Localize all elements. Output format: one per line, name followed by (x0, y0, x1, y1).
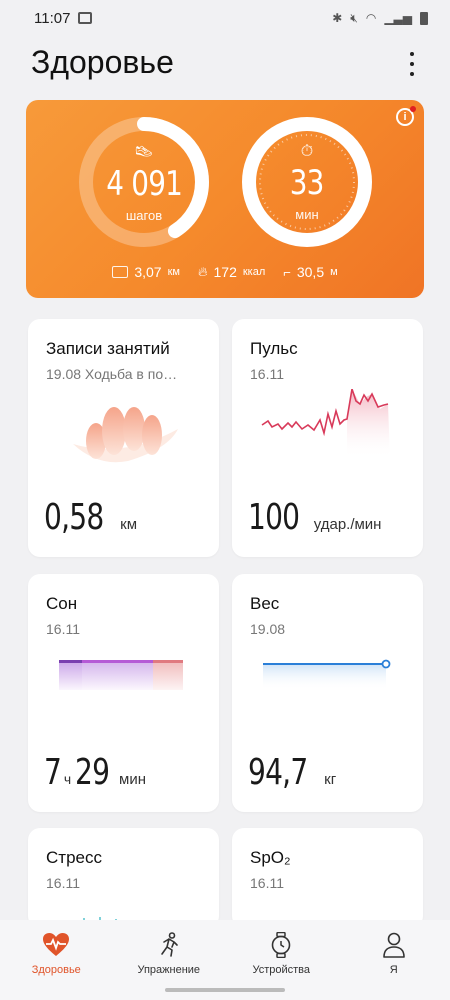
tile-value: 7 ч 29 мин (44, 752, 146, 793)
weight-chart (263, 659, 391, 690)
tile-value: 0,58 км (44, 497, 137, 538)
bluetooth-icon: ✱ (332, 11, 343, 25)
minutes-unit: мин (295, 206, 319, 222)
sleep-minutes: 29 (75, 752, 110, 793)
activity-summary-card[interactable]: i 👟︎ 4 091 шагов ⏱︎ 33 мин 3,07 км 🔥︎ 17… (26, 100, 424, 298)
status-bar: 11:07 ✱ 🔇︎ ◠ ▁▃▅ (0, 0, 450, 36)
tile-subtitle: 16.11 (46, 875, 80, 891)
notification-dot (410, 106, 416, 112)
steps-unit: шагов (125, 207, 163, 223)
page-title: Здоровье (31, 44, 174, 80)
shoe-icon: 👟︎ (133, 143, 155, 161)
tile-title: SpO₂ (250, 848, 291, 867)
tile-subtitle: 19.08 Ходьба в по… (46, 366, 178, 382)
sleep-chart (59, 660, 183, 690)
activity-stats: 3,07 км 🔥︎ 172 ккал ⌐ 30,5 м (26, 264, 424, 280)
battery-icon (420, 11, 428, 25)
wifi-icon: ◠ (365, 11, 377, 25)
app-header: Здоровье (0, 40, 450, 90)
steps-ring: 👟︎ 4 091 шагов (76, 114, 212, 250)
calories-stat: 🔥︎ 172 ккал (197, 264, 266, 280)
tile-pulse[interactable]: Пульс 16.11 100 удар./мин (232, 319, 423, 557)
distance-icon (112, 266, 129, 278)
tile-title: Вес (250, 594, 280, 613)
status-time: 11:07 (34, 9, 71, 27)
watch-icon (271, 932, 291, 958)
tile-value: 94,7 кг (248, 752, 336, 793)
nav-me[interactable]: Я (338, 920, 450, 1000)
sleep-minutes-unit: мин (119, 771, 146, 788)
weight-unit: кг (324, 771, 337, 788)
tile-title: Сон (46, 594, 78, 613)
tile-subtitle: 16.11 (250, 366, 284, 382)
pulse-value: 100 (248, 497, 300, 538)
distance-stat: 3,07 км (112, 264, 180, 280)
sleep-hours: 7 (44, 752, 62, 793)
minutes-value: 33 (290, 162, 325, 203)
stopwatch-icon: ⏱︎ (300, 142, 314, 160)
tile-workouts[interactable]: Записи занятий 19.08 Ходьба в по… 0,58 к… (28, 319, 219, 557)
steps-value: 4 091 (106, 163, 183, 204)
tile-stress[interactable]: Стресс 16.11 (28, 828, 219, 928)
minutes-ring: ⏱︎ 33 мин (239, 114, 375, 250)
tile-title: Пульс (250, 339, 298, 358)
status-icons: ✱ 🔇︎ ◠ ▁▃▅ (332, 11, 428, 26)
tile-title: Записи занятий (46, 339, 170, 358)
tile-subtitle: 19.08 (250, 621, 286, 637)
more-options-button[interactable] (402, 50, 422, 78)
tile-value: 100 удар./мин (248, 497, 381, 538)
person-icon (382, 932, 405, 958)
workout-illustration (73, 407, 178, 463)
heart-pulse-icon (43, 933, 70, 956)
workout-unit: км (120, 516, 138, 533)
flame-icon: 🔥︎ (197, 264, 208, 279)
tile-subtitle: 16.11 (46, 621, 80, 637)
sleep-hours-unit: ч (63, 771, 72, 787)
floors-stat: ⌐ 30,5 м (283, 264, 338, 280)
nav-health[interactable]: Здоровье (0, 920, 113, 1000)
tile-sleep[interactable]: Сон 16.11 7 ч 29 мин (28, 574, 219, 812)
tile-title: Стресс (46, 848, 102, 867)
pulse-chart (261, 389, 390, 459)
mute-icon: 🔇︎ (350, 10, 358, 25)
gallery-notification-icon (78, 12, 93, 24)
tile-spo2[interactable]: SpO₂ 16.11 (232, 828, 423, 928)
signal-icon: ▁▃▅ (384, 11, 412, 25)
workout-distance: 0,58 (44, 497, 104, 538)
pulse-unit: удар./мин (313, 516, 382, 533)
gesture-navigation-bar[interactable] (165, 988, 285, 992)
stairs-icon: ⌐ (283, 264, 291, 280)
tile-subtitle: 16.11 (250, 875, 284, 891)
running-icon (160, 932, 178, 957)
weight-value: 94,7 (248, 752, 308, 793)
tile-weight[interactable]: Вес 19.08 94,7 кг (232, 574, 423, 812)
